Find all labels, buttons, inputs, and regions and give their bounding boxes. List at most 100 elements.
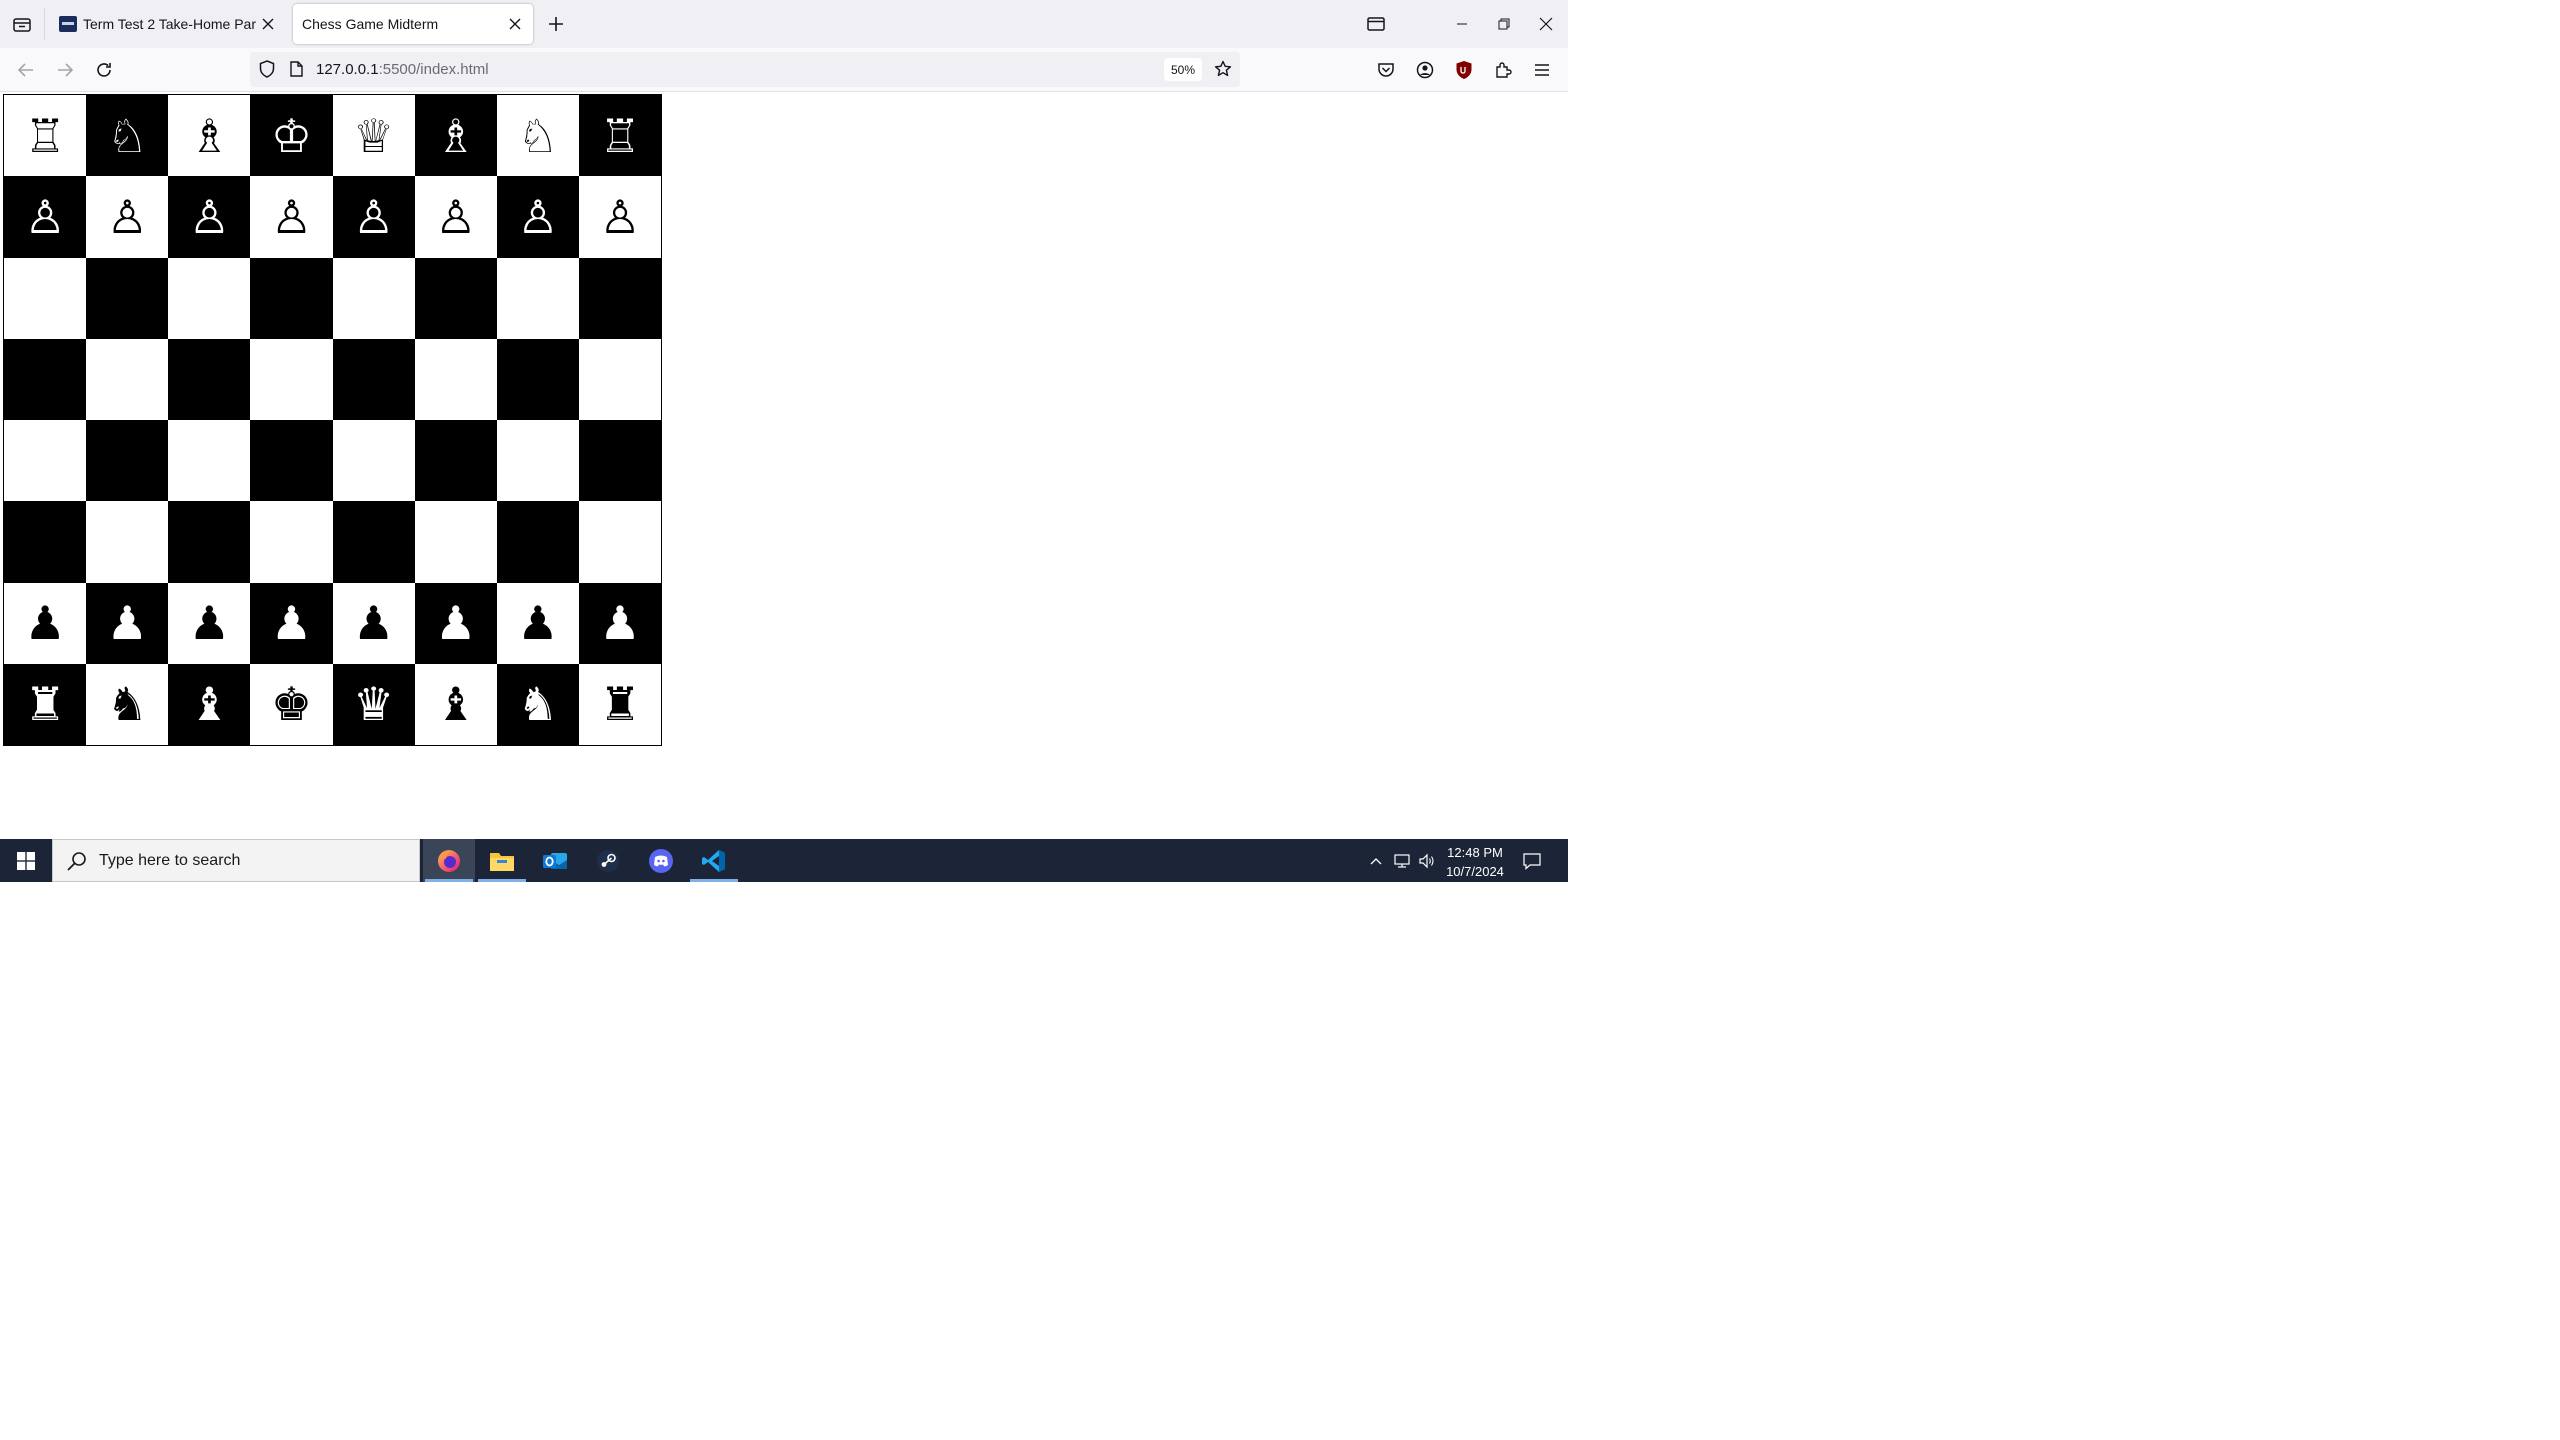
board-square-b2[interactable]: ♟ <box>86 582 169 664</box>
board-square-h5[interactable] <box>578 338 661 420</box>
chess-piece-icon[interactable]: ♙ <box>189 194 230 240</box>
chess-piece-icon[interactable]: ♙ <box>435 194 476 240</box>
board-square-b1[interactable]: ♞ <box>86 663 169 745</box>
back-button[interactable] <box>12 56 40 84</box>
board-square-e8[interactable]: ♕ <box>332 95 415 177</box>
board-square-b5[interactable] <box>86 338 169 420</box>
board-square-h4[interactable] <box>578 420 661 502</box>
board-square-e6[interactable] <box>332 257 415 339</box>
chess-piece-icon[interactable]: ♜ <box>599 681 640 727</box>
board-square-b4[interactable] <box>86 420 169 502</box>
chess-piece-icon[interactable]: ♜ <box>24 681 65 727</box>
board-square-d7[interactable]: ♙ <box>250 176 333 258</box>
taskbar-file-explorer[interactable] <box>476 839 528 882</box>
board-square-a3[interactable] <box>4 501 87 583</box>
board-square-a5[interactable] <box>4 338 87 420</box>
chess-piece-icon[interactable]: ♘ <box>517 113 558 159</box>
board-square-c3[interactable] <box>168 501 251 583</box>
account-button[interactable] <box>1411 56 1439 84</box>
chess-piece-icon[interactable]: ♙ <box>599 194 640 240</box>
board-square-g2[interactable]: ♟ <box>496 582 579 664</box>
board-square-g7[interactable]: ♙ <box>496 176 579 258</box>
chess-piece-icon[interactable]: ♙ <box>24 194 65 240</box>
chess-piece-icon[interactable]: ♖ <box>599 113 640 159</box>
chess-piece-icon[interactable]: ♟ <box>107 600 148 646</box>
board-square-h7[interactable]: ♙ <box>578 176 661 258</box>
board-square-f8[interactable]: ♗ <box>414 95 497 177</box>
board-square-a1[interactable]: ♜ <box>4 663 87 745</box>
taskbar-search-box[interactable]: Type here to search <box>52 839 420 882</box>
board-square-f5[interactable] <box>414 338 497 420</box>
list-all-tabs-button[interactable] <box>10 12 34 36</box>
board-square-e2[interactable]: ♟ <box>332 582 415 664</box>
board-square-f2[interactable]: ♟ <box>414 582 497 664</box>
board-square-b7[interactable]: ♙ <box>86 176 169 258</box>
board-square-b8[interactable]: ♘ <box>86 95 169 177</box>
board-square-b6[interactable] <box>86 257 169 339</box>
forward-button[interactable] <box>51 56 79 84</box>
board-square-h2[interactable]: ♟ <box>578 582 661 664</box>
chess-piece-icon[interactable]: ♗ <box>435 113 476 159</box>
chess-piece-icon[interactable]: ♔ <box>271 113 312 159</box>
board-square-c4[interactable] <box>168 420 251 502</box>
board-square-c1[interactable]: ♝ <box>168 663 251 745</box>
chess-piece-icon[interactable]: ♟ <box>189 600 230 646</box>
network-button[interactable] <box>1390 839 1414 882</box>
board-square-d6[interactable] <box>250 257 333 339</box>
board-square-g5[interactable] <box>496 338 579 420</box>
close-tab-button[interactable] <box>503 12 527 36</box>
taskbar-vscode[interactable] <box>688 839 740 882</box>
view-tab-overview-button[interactable] <box>1358 6 1394 42</box>
chess-piece-icon[interactable]: ♙ <box>517 194 558 240</box>
taskbar-firefox[interactable] <box>423 839 475 882</box>
show-hidden-icons-button[interactable] <box>1364 839 1388 882</box>
chess-piece-icon[interactable]: ♖ <box>24 113 65 159</box>
board-square-d8[interactable]: ♔ <box>250 95 333 177</box>
board-square-f3[interactable] <box>414 501 497 583</box>
ublock-origin-extension-button[interactable] <box>1450 56 1478 84</box>
tab-term-test[interactable]: Term Test 2 Take-Home Part (20 <box>50 4 286 44</box>
chess-piece-icon[interactable]: ♚ <box>271 681 312 727</box>
site-info-button[interactable] <box>286 59 306 79</box>
chess-piece-icon[interactable]: ♟ <box>517 600 558 646</box>
board-square-a2[interactable]: ♟ <box>4 582 87 664</box>
new-tab-button[interactable] <box>544 12 568 36</box>
board-square-f7[interactable]: ♙ <box>414 176 497 258</box>
reload-button[interactable] <box>90 56 118 84</box>
board-square-f1[interactable]: ♝ <box>414 663 497 745</box>
taskbar-steam[interactable] <box>582 839 634 882</box>
chess-piece-icon[interactable]: ♞ <box>517 681 558 727</box>
board-square-d4[interactable] <box>250 420 333 502</box>
chess-piece-icon[interactable]: ♟ <box>435 600 476 646</box>
chess-piece-icon[interactable]: ♟ <box>24 600 65 646</box>
address-bar[interactable]: 127.0.0.1:5500/index.html 50% <box>250 52 1240 87</box>
url-text[interactable]: 127.0.0.1:5500/index.html <box>316 61 489 78</box>
board-square-h1[interactable]: ♜ <box>578 663 661 745</box>
board-square-d5[interactable] <box>250 338 333 420</box>
pocket-button[interactable] <box>1372 56 1400 84</box>
action-center-button[interactable] <box>1518 839 1546 882</box>
chess-piece-icon[interactable]: ♝ <box>435 681 476 727</box>
board-square-c5[interactable] <box>168 338 251 420</box>
chess-piece-icon[interactable]: ♕ <box>353 113 394 159</box>
board-square-d3[interactable] <box>250 501 333 583</box>
chess-piece-icon[interactable]: ♙ <box>107 194 148 240</box>
board-square-c2[interactable]: ♟ <box>168 582 251 664</box>
board-square-g3[interactable] <box>496 501 579 583</box>
board-square-f6[interactable] <box>414 257 497 339</box>
chess-piece-icon[interactable]: ♙ <box>271 194 312 240</box>
board-square-b3[interactable] <box>86 501 169 583</box>
extensions-button[interactable] <box>1489 56 1517 84</box>
chess-piece-icon[interactable]: ♞ <box>107 681 148 727</box>
chess-piece-icon[interactable]: ♟ <box>271 600 312 646</box>
board-square-d1[interactable]: ♚ <box>250 663 333 745</box>
board-square-c7[interactable]: ♙ <box>168 176 251 258</box>
board-square-c8[interactable]: ♗ <box>168 95 251 177</box>
board-square-g8[interactable]: ♘ <box>496 95 579 177</box>
chess-piece-icon[interactable]: ♟ <box>599 600 640 646</box>
board-square-e4[interactable] <box>332 420 415 502</box>
board-square-a4[interactable] <box>4 420 87 502</box>
board-square-e3[interactable] <box>332 501 415 583</box>
taskbar-outlook[interactable] <box>529 839 581 882</box>
close-window-button[interactable] <box>1528 6 1564 42</box>
